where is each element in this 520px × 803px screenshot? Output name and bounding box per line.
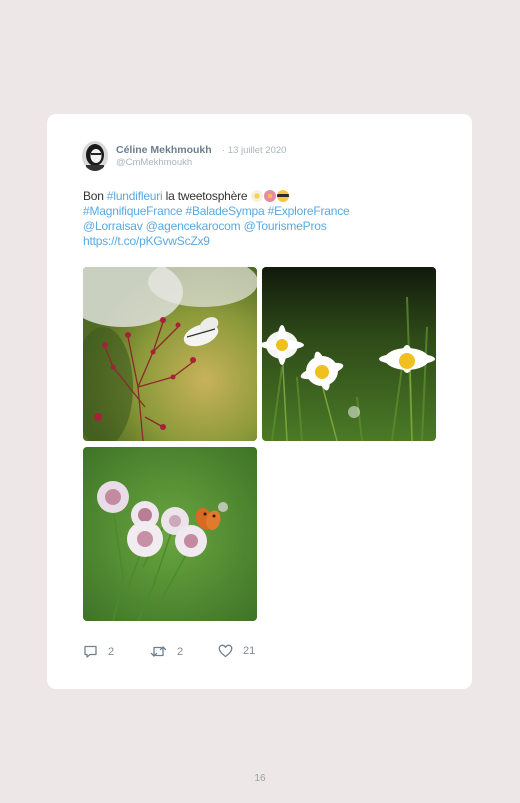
hibiscus-emoji bbox=[263, 190, 276, 202]
mention-agencekarocom[interactable]: @agencekarocom bbox=[146, 219, 241, 233]
hashtag-explorefrance[interactable]: #ExploreFrance bbox=[268, 204, 350, 218]
retweet-count: 2 bbox=[177, 645, 184, 658]
photo-daisies[interactable] bbox=[262, 267, 436, 441]
text-line-2: #MagnifiqueFrance #BaladeSympa #ExploreF… bbox=[83, 204, 423, 219]
reply-icon bbox=[84, 645, 97, 658]
tweet-card: Céline Mekhmoukh · 13 juillet 2020 @CmMe… bbox=[47, 114, 472, 689]
photo-butterfly-flowers[interactable] bbox=[83, 267, 257, 441]
author-handle[interactable]: @CmMekhmoukh bbox=[116, 157, 192, 168]
heart-icon bbox=[218, 644, 233, 658]
text-bon: Bon bbox=[83, 189, 107, 203]
page-number: 16 bbox=[254, 773, 266, 784]
like-button[interactable]: 21 bbox=[218, 644, 255, 658]
mention-lorraisav[interactable]: @Lorraisav bbox=[83, 219, 143, 233]
avatar[interactable] bbox=[82, 141, 108, 171]
like-count: 21 bbox=[243, 645, 256, 657]
hashtag-baladesympa[interactable]: #BaladeSympa bbox=[185, 204, 264, 218]
reply-count: 2 bbox=[108, 645, 115, 658]
sunglasses-emoji bbox=[276, 190, 289, 202]
retweet-button[interactable]: 2 bbox=[150, 644, 183, 659]
author-name[interactable]: Céline Mekhmoukh bbox=[116, 144, 212, 156]
photo-astrantia-butterfly[interactable] bbox=[83, 447, 257, 621]
mention-tourismepros[interactable]: @TourismePros bbox=[244, 219, 327, 233]
tweet-url[interactable]: https://t.co/pKGvwScZx9 bbox=[83, 234, 210, 248]
hashtag-magnifiquefrance[interactable]: #MagnifiqueFrance bbox=[83, 204, 183, 218]
hashtag-lundifleuri[interactable]: #lundifleuri bbox=[107, 189, 163, 203]
text-line-3: @Lorraisav @agencekarocom @TourismePros bbox=[83, 219, 423, 234]
text-line-4: https://t.co/pKGvwScZx9 bbox=[83, 234, 423, 249]
retweet-icon bbox=[150, 646, 167, 657]
tweet-date[interactable]: · 13 juillet 2020 bbox=[222, 145, 286, 156]
text-line-1: Bon #lundifleuri la tweetosphère bbox=[83, 189, 423, 204]
tweet-text: Bon #lundifleuri la tweetosphère #Magnif… bbox=[83, 189, 423, 249]
flower-emoji bbox=[250, 190, 263, 202]
text-tweetosphere: la tweetosphère bbox=[162, 189, 251, 203]
reply-button[interactable]: 2 bbox=[83, 644, 114, 659]
